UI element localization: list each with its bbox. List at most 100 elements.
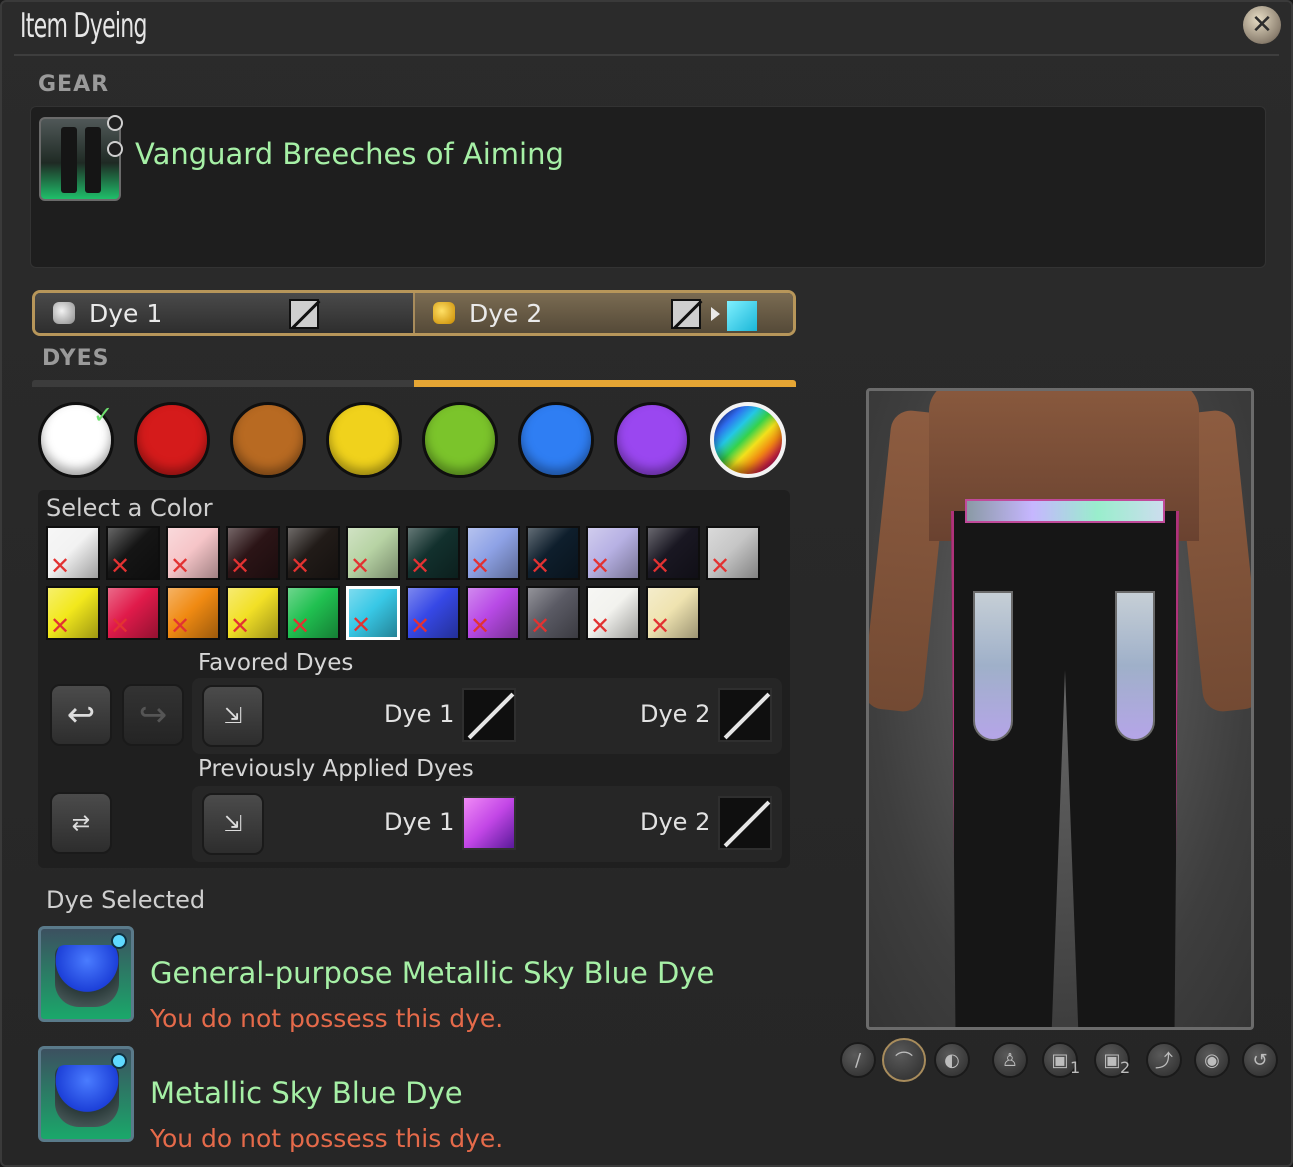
category-green[interactable]	[422, 402, 498, 478]
dye-item-status: You do not possess this dye.	[150, 1124, 504, 1153]
pose-icon[interactable]: ⤴	[1146, 1042, 1182, 1078]
not-owned-icon: ✕	[410, 552, 431, 580]
not-owned-icon: ✕	[590, 612, 611, 640]
weapon-icon[interactable]: /	[840, 1042, 876, 1078]
color-swatch[interactable]: ✕	[106, 526, 160, 580]
preview-belt	[965, 499, 1165, 523]
color-swatch[interactable]: ✕	[46, 586, 100, 640]
color-swatch[interactable]: ✕	[226, 586, 280, 640]
color-palette-panel: Select a Color Favored Dyes ↩ ↪ ⇲ Dye 1 …	[38, 490, 790, 868]
favored-dyes-title: Favored Dyes	[198, 650, 354, 676]
previous-dyes-panel: ⇲ Dye 1 Dye 2	[192, 786, 782, 862]
not-owned-icon: ✕	[230, 552, 251, 580]
view-icon[interactable]: ◉	[1194, 1042, 1230, 1078]
not-owned-icon: ✕	[530, 612, 551, 640]
color-swatch[interactable]: ✕	[646, 586, 700, 640]
previous-dye-2-slot[interactable]	[718, 796, 772, 850]
close-icon[interactable]: ✕	[1243, 6, 1281, 44]
color-swatch[interactable]: ✕	[586, 526, 640, 580]
palette-title: Select a Color	[46, 494, 213, 522]
favored-dye-1-slot[interactable]	[462, 688, 516, 742]
category-red[interactable]	[134, 402, 210, 478]
color-swatch[interactable]: ✕	[286, 526, 340, 580]
color-swatch[interactable]: ✕	[406, 586, 460, 640]
color-swatch[interactable]: ✕	[166, 586, 220, 640]
tab-dye-2[interactable]: Dye 2	[413, 293, 793, 333]
no-dye-icon	[289, 299, 319, 329]
color-swatch[interactable]: ✕	[526, 526, 580, 580]
tab-dye-1-label: Dye 1	[89, 298, 163, 328]
previous-dye-2-label: Dye 2	[640, 808, 711, 836]
color-swatch[interactable]: ✕	[646, 526, 700, 580]
not-owned-icon: ✕	[530, 552, 551, 580]
dyes-tab-active	[414, 380, 796, 387]
undo-button[interactable]: ↩	[50, 684, 112, 746]
visor-icon[interactable]: ◐	[934, 1042, 970, 1078]
preview-toolbar: / ⌒ ◐ ♙ ▣ 1 ▣ 2 ⤴ ◉ ↺	[840, 1038, 1280, 1084]
dye-2-preview-swatch	[727, 301, 757, 331]
category-blue[interactable]	[518, 402, 594, 478]
not-owned-icon: ✕	[410, 612, 431, 640]
color-swatch[interactable]: ✕	[706, 526, 760, 580]
dye-channel-tabs: Dye 1 Dye 2	[32, 290, 796, 336]
category-white[interactable]: ✓	[38, 401, 114, 478]
color-swatch[interactable]: ✕	[406, 526, 460, 580]
favored-dyes-panel: ⇲ Dye 1 Dye 2	[192, 678, 782, 754]
dyes-section-label: DYES	[42, 346, 110, 371]
category-purple[interactable]	[614, 402, 690, 478]
favored-dye-1-label: Dye 1	[384, 700, 455, 728]
not-owned-icon: ✕	[350, 552, 371, 580]
dye-item-icon[interactable]	[38, 1046, 134, 1142]
color-swatch[interactable]: ✕	[166, 526, 220, 580]
gear-item-icon[interactable]	[39, 117, 121, 201]
color-swatch[interactable]: ✕	[346, 586, 400, 640]
color-swatch[interactable]: ✕	[466, 526, 520, 580]
category-special[interactable]	[710, 402, 786, 478]
materia-slot-icon	[107, 141, 123, 157]
preview-strap	[1115, 591, 1155, 741]
not-owned-icon: ✕	[590, 552, 611, 580]
reset-icon[interactable]: ↺	[1242, 1042, 1278, 1078]
preview-pants	[951, 511, 1179, 1027]
tab-dye-2-label: Dye 2	[469, 298, 543, 328]
favored-dye-2-label: Dye 2	[640, 700, 711, 728]
checkmark-icon: ✓	[93, 401, 114, 429]
not-owned-icon: ✕	[110, 612, 131, 640]
redo-button[interactable]: ↪	[122, 684, 184, 746]
dye1-sub: 1	[1070, 1058, 1081, 1077]
color-swatch[interactable]: ✕	[226, 526, 280, 580]
dye-pot-icon	[433, 302, 455, 324]
window-title: Item Dyeing	[20, 6, 148, 46]
previous-dye-1-slot[interactable]	[462, 796, 516, 850]
color-swatch[interactable]: ✕	[526, 586, 580, 640]
headgear-icon[interactable]: ⌒	[882, 1038, 926, 1082]
not-owned-icon: ✕	[470, 612, 491, 640]
not-owned-icon: ✕	[110, 552, 131, 580]
not-owned-icon: ✕	[50, 612, 71, 640]
gear-panel: Vanguard Breeches of Aiming	[30, 106, 1266, 268]
color-swatch[interactable]: ✕	[586, 586, 640, 640]
dyes-tab-inactive	[32, 380, 414, 387]
color-swatch[interactable]: ✕	[346, 526, 400, 580]
not-owned-icon: ✕	[351, 611, 372, 639]
not-owned-icon: ✕	[290, 612, 311, 640]
previous-dye-1-label: Dye 1	[384, 808, 455, 836]
not-owned-icon: ✕	[650, 552, 671, 580]
color-swatch[interactable]: ✕	[46, 526, 100, 580]
category-brown[interactable]	[230, 402, 306, 478]
color-swatch[interactable]: ✕	[466, 586, 520, 640]
category-yellow[interactable]	[326, 402, 402, 478]
tab-dye-1[interactable]: Dye 1	[35, 293, 413, 333]
color-swatch[interactable]: ✕	[286, 586, 340, 640]
dye-item-icon[interactable]	[38, 926, 134, 1022]
color-category-row: ✓	[38, 398, 794, 484]
character-icon[interactable]: ♙	[992, 1042, 1028, 1078]
color-swatch[interactable]: ✕	[106, 586, 160, 640]
apply-favored-button[interactable]: ⇲	[202, 685, 264, 747]
item-dyeing-window: Item Dyeing ✕ GEAR Vanguard Breeches of …	[0, 0, 1293, 1167]
materia-slot-icon	[107, 115, 123, 131]
apply-previous-button[interactable]: ⇲	[202, 793, 264, 855]
swap-dyes-button[interactable]: ⇄	[50, 792, 112, 854]
favored-dye-2-slot[interactable]	[718, 688, 772, 742]
character-preview[interactable]	[866, 388, 1254, 1030]
